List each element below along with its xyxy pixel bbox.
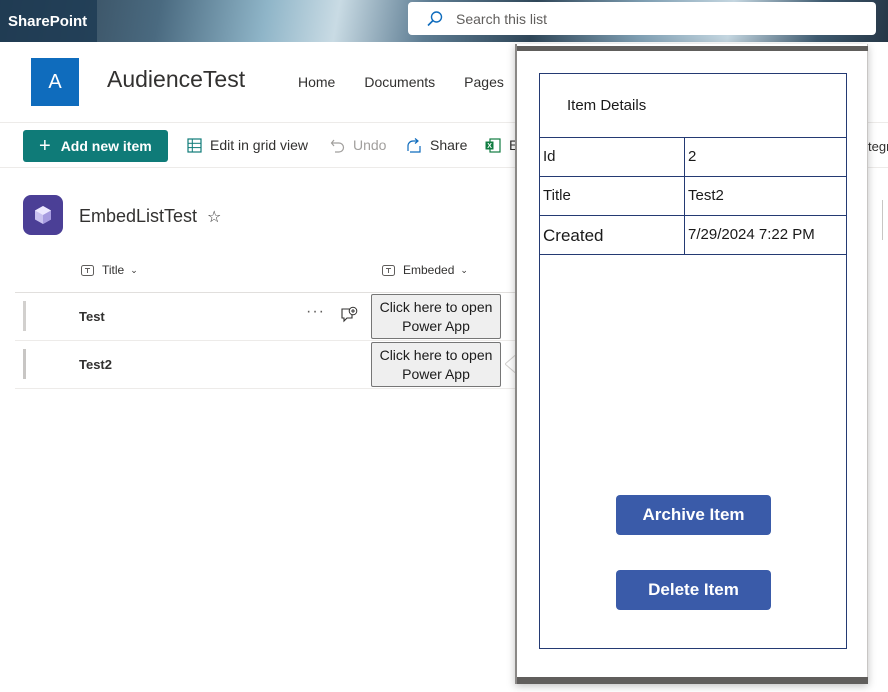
edit-grid-view-label: Edit in grid view <box>210 137 309 153</box>
detail-value: 2 <box>688 148 697 165</box>
share-label: Share <box>430 137 468 153</box>
column-title-label: Title <box>102 263 125 277</box>
nav-documents[interactable]: Documents <box>364 74 435 90</box>
chevron-down-icon: ⌄ <box>130 264 138 275</box>
detail-label: Title <box>543 187 571 204</box>
share-icon <box>407 137 421 153</box>
open-power-app-button[interactable]: Click here to open Power App <box>371 342 501 387</box>
column-header-embeded[interactable]: Embeded ⌄ <box>382 263 468 277</box>
add-comment-icon[interactable] <box>340 306 358 329</box>
detail-row-title: Title Test2 <box>540 177 846 216</box>
delete-item-button[interactable]: Delete Item <box>616 570 771 610</box>
list-row[interactable]: Test2 Click here to open Power App <box>15 341 535 389</box>
view-options-edge[interactable] <box>882 200 888 240</box>
chevron-down-icon: ⌄ <box>460 264 468 275</box>
undo-icon <box>330 139 345 153</box>
item-details-header: Item Details <box>540 74 846 138</box>
text-column-icon <box>81 264 94 276</box>
list-row[interactable]: Test ··· Click here to open Power App <box>15 293 535 341</box>
item-details-card: Item Details Id 2 Title Test2 Created 7/… <box>539 73 847 649</box>
column-header-title[interactable]: Title ⌄ <box>81 263 138 277</box>
detail-label: Created <box>543 226 604 245</box>
site-logo[interactable]: A <box>31 58 79 106</box>
row-title[interactable]: Test <box>79 309 105 324</box>
popup-top-bar <box>517 46 868 51</box>
detail-label: Id <box>543 148 556 165</box>
cube-icon <box>35 206 51 224</box>
column-divider <box>684 216 685 254</box>
add-new-item-button[interactable]: + Add new item <box>23 130 168 162</box>
archive-item-button[interactable]: Archive Item <box>616 495 771 535</box>
plus-icon: + <box>39 135 51 157</box>
export-button[interactable]: X E <box>485 137 518 153</box>
nav-home[interactable]: Home <box>298 74 335 90</box>
grid-header: Title ⌄ Embeded ⌄ <box>15 248 535 293</box>
list-icon <box>23 195 63 235</box>
detail-value: Test2 <box>688 187 724 204</box>
column-embeded-label: Embeded <box>403 263 455 277</box>
list-title: EmbedListTest <box>79 206 198 226</box>
detail-row-created: Created 7/29/2024 7:22 PM <box>540 216 846 255</box>
detail-row-id: Id 2 <box>540 138 846 177</box>
row-selector[interactable] <box>23 301 26 331</box>
search-icon <box>427 10 443 26</box>
column-divider <box>684 138 685 176</box>
edit-grid-view-button[interactable]: Edit in grid view <box>187 137 308 153</box>
site-nav: Home Documents Pages <box>298 74 504 90</box>
nav-pages[interactable]: Pages <box>464 74 504 90</box>
grid-icon <box>187 137 202 153</box>
text-column-icon <box>382 264 395 276</box>
undo-button[interactable]: Undo <box>330 137 386 153</box>
detail-value: 7/29/2024 7:22 PM <box>688 226 815 243</box>
more-actions-icon[interactable]: ··· <box>306 303 325 321</box>
popup-bottom-bar <box>517 677 868 684</box>
column-divider <box>684 177 685 215</box>
share-button[interactable]: Share <box>407 137 467 153</box>
open-power-app-button[interactable]: Click here to open Power App <box>371 294 501 339</box>
sharepoint-brand[interactable]: SharePoint <box>0 0 97 42</box>
power-app-popup: Item Details Id 2 Title Test2 Created 7/… <box>515 44 868 684</box>
search-box[interactable] <box>408 2 876 35</box>
search-input[interactable] <box>456 10 836 27</box>
excel-icon: X <box>485 137 501 153</box>
undo-label: Undo <box>353 137 387 153</box>
suite-bar: SharePoint <box>0 0 888 42</box>
integrate-fragment[interactable]: tegr <box>868 139 888 154</box>
add-new-item-label: Add new item <box>60 138 152 154</box>
svg-text:X: X <box>487 143 492 150</box>
row-title[interactable]: Test2 <box>79 357 112 372</box>
site-title[interactable]: AudienceTest <box>107 66 245 93</box>
row-selector[interactable] <box>23 349 26 379</box>
favorite-star-icon[interactable]: ☆ <box>207 207 221 227</box>
list-grid: Title ⌄ Embeded ⌄ Test ··· Click here to… <box>15 248 535 692</box>
